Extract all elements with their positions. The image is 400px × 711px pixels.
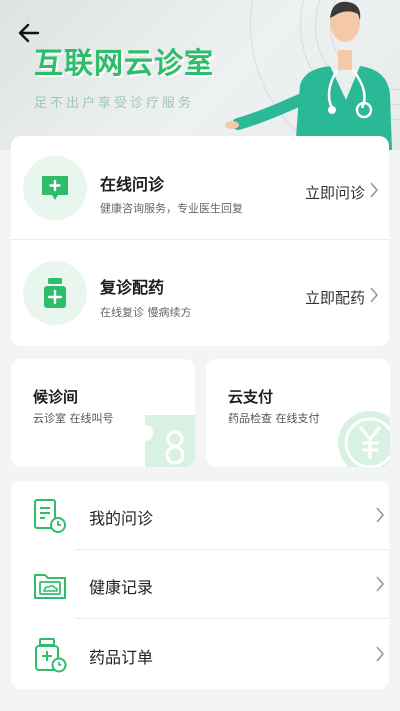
- queue-number-icon: [145, 415, 195, 467]
- page-title: 互联网云诊室: [34, 46, 215, 80]
- revisit-prescription-row[interactable]: 复诊配药 在线复诊 慢病续方 立即配药: [11, 241, 389, 345]
- card-desc: 云诊室 在线叫号: [33, 412, 114, 425]
- my-consultations-item[interactable]: 我的问诊: [11, 481, 389, 550]
- menu-label: 药品订单: [89, 648, 154, 667]
- chat-plus-icon: [42, 175, 68, 200]
- online-consultation-row[interactable]: 在线问诊 健康咨询服务，专业医生回复 立即问诊: [11, 136, 389, 240]
- chevron-right-icon: [376, 646, 385, 662]
- health-record-folder-icon: [34, 574, 66, 599]
- service-desc: 健康咨询服务，专业医生回复: [100, 202, 243, 215]
- svc-icon-bg: [23, 261, 87, 325]
- chevron-right-icon: [376, 576, 385, 592]
- medicine-order-icon: [35, 638, 67, 673]
- menu-label: 我的问诊: [89, 509, 154, 528]
- start-consultation-link[interactable]: 立即问诊: [305, 182, 365, 203]
- service-title: 在线问诊: [100, 175, 165, 194]
- chevron-right-icon: [376, 507, 385, 523]
- waiting-room-card[interactable]: 候诊间 云诊室 在线叫号: [11, 359, 195, 467]
- consultation-document-icon: [34, 499, 66, 533]
- medicine-orders-item[interactable]: 药品订单: [11, 620, 389, 689]
- cloud-payment-card[interactable]: 云支付 药品检查 在线支付: [206, 359, 390, 467]
- card-desc: 药品检查 在线支付: [228, 412, 320, 425]
- chevron-right-icon: [370, 182, 379, 198]
- services-card: 在线问诊 健康咨询服务，专业医生回复 立即问诊 复诊配药 在线复诊 慢病续方 立…: [11, 136, 389, 346]
- card-title: 云支付: [228, 388, 274, 406]
- chevron-right-icon: [370, 287, 379, 303]
- page-subtitle: 足不出户享受诊疗服务: [34, 96, 195, 111]
- health-records-item[interactable]: 健康记录: [11, 550, 389, 619]
- menu-list: 我的问诊 健康记录 药品订单: [11, 481, 389, 689]
- doctor-illustration: [225, 1, 392, 150]
- header-banner: 互联网云诊室 足不出户享受诊疗服务: [0, 0, 400, 150]
- start-prescription-link[interactable]: 立即配药: [305, 287, 365, 308]
- card-title: 候诊间: [33, 388, 79, 406]
- service-title: 复诊配药: [100, 278, 165, 297]
- medicine-bottle-icon: [44, 278, 66, 308]
- menu-label: 健康记录: [89, 578, 154, 597]
- divider: [75, 618, 389, 619]
- svc-icon-bg: [23, 155, 87, 220]
- service-desc: 在线复诊 慢病续方: [100, 306, 192, 319]
- yen-coin-icon: [338, 411, 390, 467]
